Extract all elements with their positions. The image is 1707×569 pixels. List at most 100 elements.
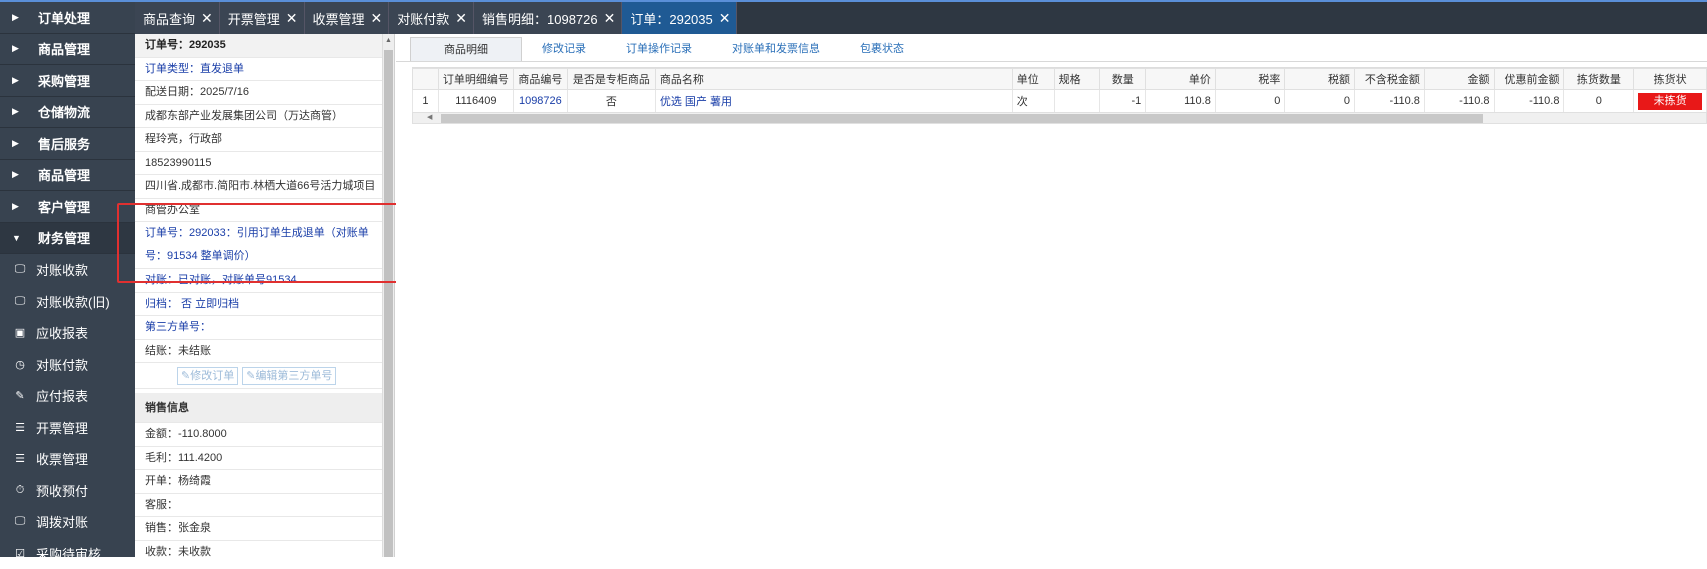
order-issuer: 开单：杨绮霞 xyxy=(135,470,383,494)
tab-order-292035[interactable]: 订单：292035✕ xyxy=(622,2,737,34)
menu-purchase-management[interactable]: ▶采购管理 xyxy=(0,65,135,97)
column-header[interactable]: 优惠前金额 xyxy=(1494,69,1564,90)
tab-reconcile-payment[interactable]: 对账付款 ✕ xyxy=(389,2,474,34)
reconcile-status[interactable]: 对账：已对账，对账单号91534 xyxy=(135,269,383,293)
scroll-up-icon[interactable]: ▲ xyxy=(385,37,392,44)
close-icon[interactable]: ✕ xyxy=(371,10,383,27)
close-icon[interactable]: ✕ xyxy=(604,10,616,27)
close-icon[interactable]: ✕ xyxy=(455,10,467,27)
scroll-left-icon[interactable]: ◀ xyxy=(427,113,432,123)
table-row[interactable]: 1 1116409 1098726 否 优选 国产 薯用 次 -1 110.8 … xyxy=(413,90,1707,113)
customer-company: 成都东部产业发展集团公司（万达商管） xyxy=(135,105,383,129)
tab-product-query[interactable]: 商品查询 ✕ xyxy=(135,2,220,34)
product-id-link[interactable]: 1098726 xyxy=(513,90,567,113)
column-header[interactable]: 拣货数量 xyxy=(1564,69,1634,90)
pick-status-badge: 未拣货 xyxy=(1638,93,1702,110)
sidebar-item-label: 对账付款 xyxy=(36,355,88,374)
column-header[interactable]: 商品名称 xyxy=(655,69,1012,90)
tab-label: 销售明细：1098726 xyxy=(482,9,598,28)
subtab-product-detail[interactable]: 商品明细 xyxy=(410,37,522,61)
monitor-icon: 🖵 xyxy=(12,515,28,529)
contact-phone: 18523990115 xyxy=(135,152,383,176)
edit-order-button[interactable]: ✎修改订单 xyxy=(177,367,238,385)
caret-down-icon: ▼ xyxy=(12,233,26,243)
column-header[interactable]: 税率 xyxy=(1215,69,1285,90)
subtab-reconcile-invoice[interactable]: 对账单和发票信息 xyxy=(712,37,840,61)
menu-warehouse-logistics[interactable]: ▶仓储物流 xyxy=(0,97,135,129)
sidebar-item-reconcile-payment[interactable]: ◷ 对账付款 xyxy=(0,349,135,381)
tab-label: 对账付款 xyxy=(397,9,449,28)
archive-status[interactable]: 归档： 否 立即归档 xyxy=(135,293,383,317)
menu-finance-management[interactable]: ▼财务管理 xyxy=(0,223,135,255)
sidebar-item-receivable-report[interactable]: ▣应收报表 xyxy=(0,317,135,349)
table-header-row: 订单明细编号 商品编号 是否是专柜商品 商品名称 单位 规格 数量 单价 税率 … xyxy=(413,69,1707,90)
subtab-order-operation-log[interactable]: 订单操作记录 xyxy=(606,37,712,61)
column-header[interactable]: 拣货状 xyxy=(1634,69,1707,90)
horizontal-scrollbar[interactable]: ◀ xyxy=(412,112,1707,124)
column-header[interactable]: 不含税金额 xyxy=(1354,69,1424,90)
column-header[interactable]: 数量 xyxy=(1100,69,1146,90)
tab-label: 收票管理 xyxy=(313,9,365,28)
sidebar-item-reconcile-receipt-old[interactable]: 🖵对账收款(旧) xyxy=(0,286,135,318)
quantity-cell: -1 xyxy=(1100,90,1146,113)
tab-sales-detail[interactable]: 销售明细：1098726 ✕ xyxy=(474,2,622,34)
menu-product-management-2[interactable]: ▶商品管理 xyxy=(0,160,135,192)
spec-cell xyxy=(1054,90,1100,113)
menu-after-sales[interactable]: ▶售后服务 xyxy=(0,128,135,160)
sidebar-item-transfer-reconcile[interactable]: 🖵 调拨对账 xyxy=(0,506,135,538)
scrollbar-thumb[interactable] xyxy=(441,114,1483,123)
close-icon[interactable]: ✕ xyxy=(286,10,298,27)
sidebar-item-reconcile-receipt[interactable]: 🖵对账收款 xyxy=(0,254,135,286)
tax-rate-cell: 0 xyxy=(1215,90,1285,113)
is-counter-cell: 否 xyxy=(567,90,655,113)
sidebar-item-label: 调拨对账 xyxy=(36,512,88,531)
sidebar-item-invoice-management[interactable]: ☰开票管理 xyxy=(0,412,135,444)
column-header[interactable]: 单位 xyxy=(1012,69,1054,90)
sidebar-item-receive-invoice[interactable]: ☰收票管理 xyxy=(0,443,135,475)
sidebar-item-label: 预收预付 xyxy=(36,481,88,500)
product-name-link[interactable]: 优选 国产 薯用 xyxy=(655,90,1012,113)
unit-price-cell: 110.8 xyxy=(1146,90,1216,113)
column-header[interactable]: 是否是专柜商品 xyxy=(567,69,655,90)
sidebar-item-purchase-pending[interactable]: ☑采购待审核 xyxy=(0,538,135,569)
net-amount-cell: -110.8 xyxy=(1354,90,1424,113)
subtab-modify-log[interactable]: 修改记录 xyxy=(522,37,606,61)
column-header[interactable]: 税额 xyxy=(1285,69,1355,90)
menu-product-management[interactable]: ▶商品管理 xyxy=(0,34,135,66)
third-party-number: 第三方单号： xyxy=(135,316,383,340)
tab-bar: 商品查询 ✕ 开票管理✕ 收票管理 ✕ 对账付款 ✕ 销售明细：1098726 ✕ 订单… xyxy=(135,0,1707,34)
tab-invoice-management[interactable]: 开票管理✕ xyxy=(220,2,305,34)
menu-label: 订单处理 xyxy=(38,8,90,27)
column-header[interactable]: 金额 xyxy=(1424,69,1494,90)
close-icon[interactable]: ✕ xyxy=(201,10,213,27)
delivery-address: 四川省.成都市.简阳市.林栖大道66号活力城项目 xyxy=(135,175,383,199)
column-header[interactable]: 规格 xyxy=(1054,69,1100,90)
column-header[interactable]: 单价 xyxy=(1146,69,1216,90)
scrollbar-thumb[interactable] xyxy=(384,50,393,557)
sales-info-header: 销售信息 xyxy=(135,393,383,423)
reference-order-link[interactable]: 订单号：292033：引用订单生成退单（对账单号：91534 整单调价） xyxy=(135,222,383,269)
pick-status-cell: 未拣货 xyxy=(1634,90,1707,113)
clock-icon: ◷ xyxy=(12,357,28,371)
sidebar-item-payable-report[interactable]: ✎应付报表 xyxy=(0,380,135,412)
menu-label: 采购管理 xyxy=(38,71,90,90)
vertical-scrollbar[interactable]: ▲ xyxy=(382,34,394,557)
menu-customer-management[interactable]: ▶客户管理 xyxy=(0,191,135,223)
menu-label: 商品管理 xyxy=(38,165,90,184)
tab-receive-invoice[interactable]: 收票管理 ✕ xyxy=(305,2,390,34)
tab-label: 商品查询 xyxy=(143,9,195,28)
sidebar-item-label: 应付报表 xyxy=(36,386,88,405)
menu-order-processing[interactable]: ▶订单处理 xyxy=(0,2,135,34)
close-icon[interactable]: ✕ xyxy=(719,10,731,27)
column-header[interactable]: 订单明细编号 xyxy=(438,69,513,90)
sidebar-item-prepayment[interactable]: ⏱预收预付 xyxy=(0,475,135,507)
sidebar-item-label: 开票管理 xyxy=(36,418,88,437)
order-action-buttons: ✎修改订单 ✎编辑第三方单号 xyxy=(135,363,383,389)
subtab-package-status[interactable]: 包裹状态 xyxy=(840,37,924,61)
tax-amount-cell: 0 xyxy=(1285,90,1355,113)
edit-third-party-button[interactable]: ✎编辑第三方单号 xyxy=(242,367,336,385)
picked-quantity-cell: 0 xyxy=(1564,90,1634,113)
order-info-panel: 订单号：292035 订单类型：直发退单 配送日期：2025/7/16 成都东部… xyxy=(135,34,395,557)
document-icon: ☰ xyxy=(12,452,28,466)
column-header[interactable]: 商品编号 xyxy=(513,69,567,90)
